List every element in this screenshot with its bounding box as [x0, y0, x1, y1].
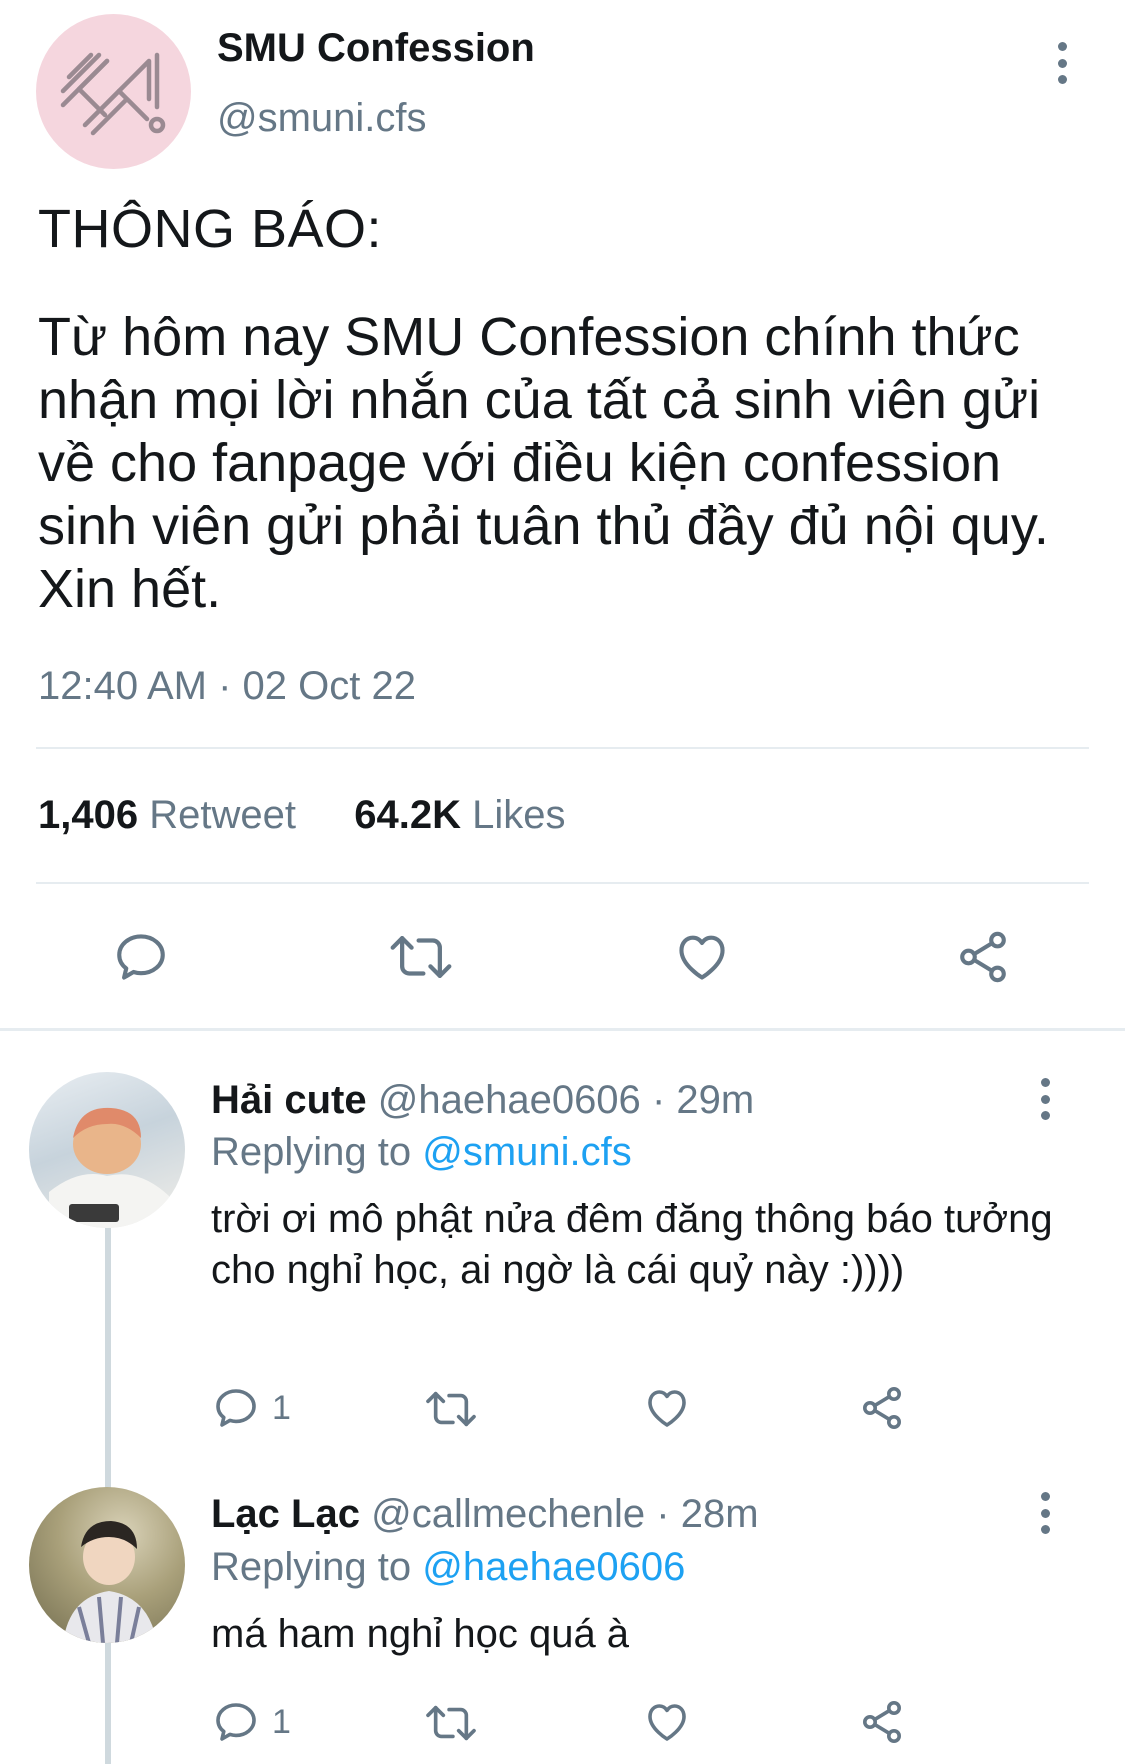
more-icon[interactable] — [1030, 1074, 1060, 1124]
share-button[interactable] — [954, 928, 1012, 986]
replying-to: Replying to @smuni.cfs — [211, 1130, 632, 1175]
reply-header: Lạc Lạc @callmechenle · 28m — [211, 1492, 759, 1537]
tweet-heading: THÔNG BÁO: — [38, 199, 383, 259]
share-button[interactable] — [858, 1384, 906, 1432]
share-icon — [863, 1387, 901, 1429]
retweet-icon — [426, 1391, 476, 1427]
divider — [36, 882, 1089, 884]
reply-count: 1 — [272, 1702, 291, 1741]
divider — [36, 747, 1089, 749]
reply-time: · 28m — [656, 1492, 759, 1536]
tweet-timestamp[interactable]: 12:40 AM · 02 Oct 22 — [38, 664, 416, 709]
reply-author-name[interactable]: Hải cute — [211, 1078, 367, 1122]
share-button[interactable] — [858, 1698, 906, 1746]
share-icon — [960, 931, 1006, 983]
account-avatar[interactable] — [36, 14, 191, 169]
replying-to-link[interactable]: @smuni.cfs — [422, 1130, 632, 1174]
logo-icon — [60, 52, 165, 135]
replying-prefix: Replying to — [211, 1130, 412, 1174]
reply-header: Hải cute @haehae0606 · 29m — [211, 1078, 754, 1123]
retweet-button[interactable] — [424, 1700, 478, 1746]
account-handle[interactable]: @smuni.cfs — [217, 96, 427, 141]
tweet-stats: 1,406 Retweet 64.2K Likes — [38, 793, 566, 838]
retweet-label[interactable]: Retweet — [149, 793, 296, 837]
reply-text: trời ơi mô phật nửa đêm đăng thông báo t… — [211, 1197, 1053, 1292]
tweet-detail-page: SMU Confession @smuni.cfs THÔNG BÁO: Từ … — [0, 0, 1125, 1764]
tweet-body: Từ hôm nay SMU Confession chính thức nhậ… — [38, 307, 1049, 619]
more-icon[interactable] — [1047, 38, 1077, 88]
share-icon — [863, 1701, 901, 1743]
like-button[interactable] — [642, 1384, 692, 1432]
reply-author-handle[interactable]: @callmechenle — [371, 1492, 645, 1536]
reply-author-name[interactable]: Lạc Lạc — [211, 1492, 360, 1536]
reply-button[interactable]: 1 — [212, 1384, 291, 1432]
reply-icon — [216, 1703, 256, 1741]
reply-icon — [117, 934, 165, 980]
more-icon[interactable] — [1030, 1488, 1060, 1538]
retweet-icon — [390, 936, 452, 978]
avatar[interactable] — [29, 1487, 185, 1643]
retweet-icon — [426, 1705, 476, 1741]
likes-count[interactable]: 64.2K — [354, 793, 461, 837]
replying-to: Replying to @haehae0606 — [211, 1545, 685, 1590]
like-icon — [679, 935, 725, 980]
reply-text: má ham nghỉ học quá à — [211, 1612, 630, 1656]
reply-icon — [216, 1389, 256, 1427]
retweet-count[interactable]: 1,406 — [38, 793, 138, 837]
replying-to-link[interactable]: @haehae0606 — [422, 1545, 685, 1589]
like-icon — [648, 1390, 686, 1427]
reply-button[interactable]: 1 — [212, 1698, 291, 1746]
like-button[interactable] — [642, 1698, 692, 1746]
like-button[interactable] — [672, 928, 732, 986]
reply-button[interactable] — [112, 928, 170, 986]
likes-label[interactable]: Likes — [472, 793, 565, 837]
account-name[interactable]: SMU Confession — [217, 26, 535, 71]
replying-prefix: Replying to — [211, 1545, 412, 1589]
reply-author-handle[interactable]: @haehae0606 — [378, 1078, 641, 1122]
retweet-button[interactable] — [388, 928, 454, 986]
thread-line — [105, 1643, 111, 1764]
avatar[interactable] — [29, 1072, 185, 1228]
like-icon — [648, 1704, 686, 1741]
thread-line — [105, 1228, 111, 1488]
retweet-button[interactable] — [424, 1386, 478, 1432]
section-divider — [0, 1028, 1125, 1031]
reply-count: 1 — [272, 1388, 291, 1427]
reply-time: · 29m — [651, 1078, 755, 1122]
